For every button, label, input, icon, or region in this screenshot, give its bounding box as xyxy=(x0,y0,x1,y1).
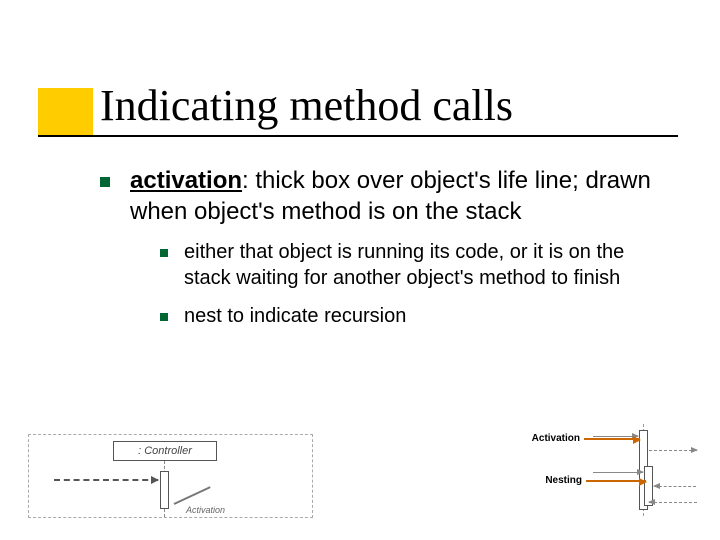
uml-activation-box xyxy=(160,471,169,509)
title-underline xyxy=(38,135,678,137)
uml-message-arrow xyxy=(593,436,638,437)
diagram-activation: : Controller Activation xyxy=(28,434,313,518)
main-bullet-row: activation: thick box over object's life… xyxy=(100,165,670,227)
uml-message-arrow xyxy=(593,472,643,473)
sub-bullet-row: nest to indicate recursion xyxy=(160,303,670,329)
callout-activation: Activation xyxy=(532,433,580,444)
uml-message-arrow xyxy=(54,479,158,481)
bullet-icon xyxy=(160,249,168,257)
sub-bullet-text: either that object is running its code, … xyxy=(184,239,670,291)
accent-block xyxy=(38,88,93,136)
uml-return-arrow xyxy=(649,450,697,451)
pointer-label: Activation xyxy=(186,505,225,515)
term: activation xyxy=(130,167,242,194)
uml-object-box: : Controller xyxy=(113,441,217,461)
bullet-icon xyxy=(160,313,168,321)
bullet-icon xyxy=(100,177,110,187)
arrow-line-icon xyxy=(174,486,211,505)
callout-arrow-icon xyxy=(586,480,646,482)
callout-arrow-icon xyxy=(584,438,640,440)
diagram-pointer: Activation xyxy=(174,503,225,515)
main-bullet-text: activation: thick box over object's life… xyxy=(130,165,670,227)
sub-bullet-list: either that object is running its code, … xyxy=(160,239,670,329)
sub-bullet-row: either that object is running its code, … xyxy=(160,239,670,291)
sub-bullet-text: nest to indicate recursion xyxy=(184,303,406,329)
uml-return-arrow xyxy=(654,486,696,487)
page-title: Indicating method calls xyxy=(100,80,513,131)
uml-return-arrow xyxy=(649,502,697,503)
content-area: activation: thick box over object's life… xyxy=(100,165,670,341)
callout-nesting: Nesting xyxy=(545,475,582,486)
